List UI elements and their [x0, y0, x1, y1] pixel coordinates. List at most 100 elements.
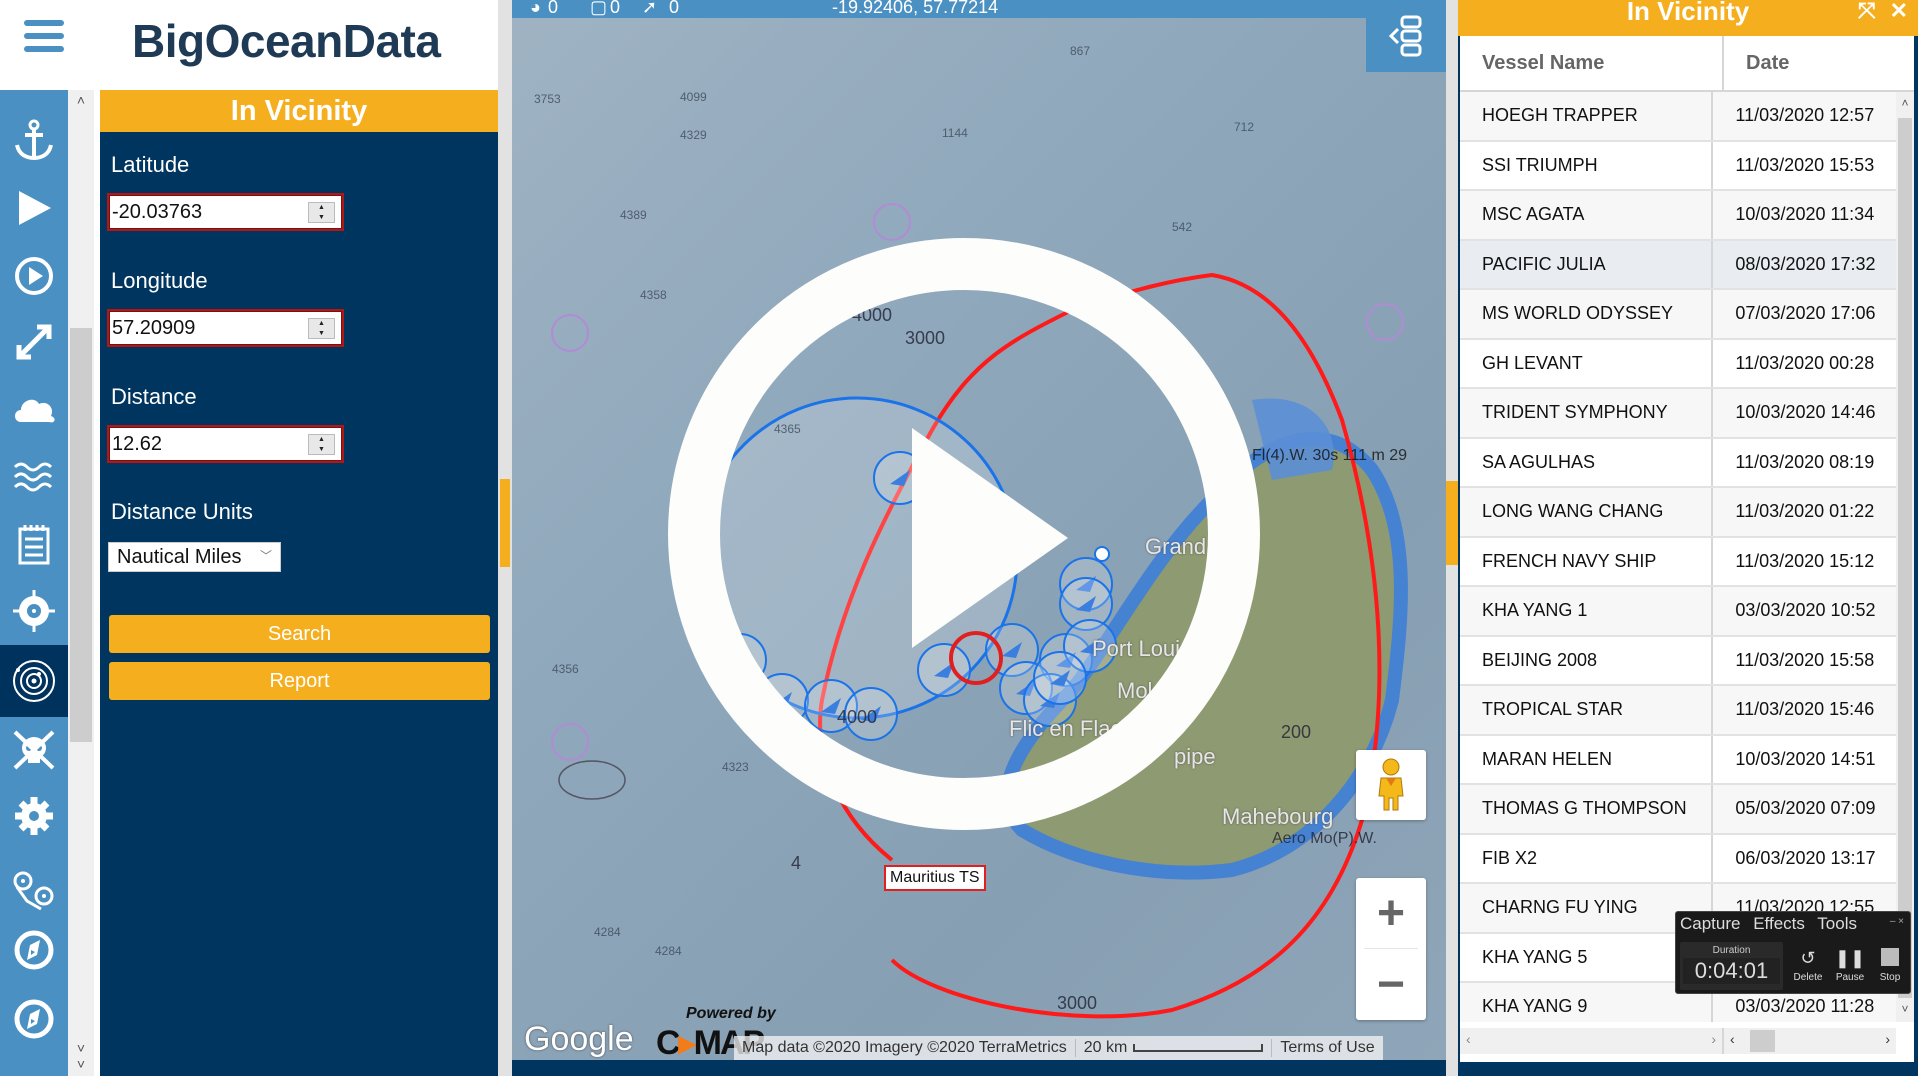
longitude-input[interactable] [109, 316, 299, 340]
stop-recording-button[interactable]: Stop [1870, 948, 1910, 983]
zoom-out-button[interactable]: − [1356, 949, 1426, 1019]
close-icon[interactable]: × [1898, 916, 1904, 927]
brand-logo[interactable]: BigOceanData [132, 14, 441, 68]
sidebar-item-weather[interactable] [0, 375, 68, 443]
table-row[interactable]: TROPICAL STAR 11/03/2020 15:46 [1460, 686, 1896, 736]
hamburger-icon[interactable] [24, 20, 64, 54]
waves-icon [13, 462, 53, 492]
scrollbar-thumb[interactable] [70, 328, 92, 742]
table-row[interactable]: MS WORLD ODYSSEY 07/03/2020 17:06 [1460, 290, 1896, 340]
sounding: 4358 [640, 288, 667, 302]
table-row[interactable]: PACIFIC JULIA 08/03/2020 17:32 [1460, 240, 1896, 290]
table-row[interactable]: MARAN HELEN 10/03/2020 14:51 [1460, 735, 1896, 785]
sidebar-item-play-circle[interactable] [0, 242, 68, 310]
sidebar-item-expand[interactable] [0, 308, 68, 376]
date-cell: 11/03/2020 12:57 [1735, 105, 1875, 126]
table-row[interactable]: KHA YANG 1 03/03/2020 10:52 [1460, 587, 1896, 637]
table-row[interactable]: BEIJING 2008 11/03/2020 15:58 [1460, 636, 1896, 686]
scroll-down-arrow[interactable]: ˅ [1896, 1002, 1914, 1016]
distance-spinner[interactable]: ▲ ▼ [308, 434, 335, 455]
scrollbar-thumb[interactable] [1898, 118, 1912, 998]
sidebar-item-target[interactable] [0, 577, 68, 645]
recorder-menu-capture[interactable]: Capture [1680, 914, 1740, 933]
table-row[interactable]: TRIDENT SYMPHONY 10/03/2020 14:46 [1460, 389, 1896, 439]
table-horizontal-scrollbar[interactable]: ‹ › ‹ › [1460, 1028, 1896, 1054]
table-row[interactable]: MSC AGATA 10/03/2020 11:34 [1460, 191, 1896, 241]
scrollbar-thumb[interactable] [1750, 1030, 1775, 1052]
light-characteristic-label: Fl(4).W. 30s 111 m 29 [1252, 447, 1408, 464]
map-zoom-control: + − [1356, 878, 1426, 1020]
report-button[interactable]: Report [109, 662, 490, 700]
sidebar-scrollbar[interactable]: ˄ ˅ ˅ [68, 90, 94, 1076]
sidebar-item-piracy[interactable] [0, 715, 68, 783]
scale-bar[interactable]: 20 km [1076, 1039, 1273, 1057]
table-row[interactable]: FRENCH NAVY SHIP 11/03/2020 15:12 [1460, 537, 1896, 587]
recorder-menu-tools[interactable]: Tools [1817, 914, 1857, 933]
scroll-right-arrow[interactable]: › [1711, 1031, 1716, 1047]
scroll-down-arrow-2[interactable]: ˅ [68, 1056, 94, 1072]
scroll-left-arrow[interactable]: ‹ [1466, 1031, 1471, 1047]
collapse-left-panel-tab[interactable] [500, 479, 510, 567]
sidebar-item-anchor[interactable] [0, 106, 68, 174]
sidebar-item-settings[interactable] [0, 782, 68, 850]
table-row[interactable]: SA AGULHAS 11/03/2020 08:19 [1460, 438, 1896, 488]
column-header-vessel-name[interactable]: Vessel Name [1460, 36, 1724, 90]
scroll-up-arrow[interactable]: ˄ [1896, 96, 1914, 110]
close-icon[interactable]: ✕ [1890, 0, 1908, 23]
play-icon[interactable] [912, 428, 1068, 648]
latitude-input[interactable] [109, 200, 299, 224]
table-row[interactable]: LONG WANG CHANG 11/03/2020 01:22 [1460, 488, 1896, 538]
pegman-icon [1378, 758, 1404, 811]
search-button[interactable]: Search [109, 615, 490, 653]
sidebar-item-vicinity[interactable] [0, 645, 68, 717]
scroll-right-arrow[interactable]: › [1885, 1031, 1890, 1047]
route-label[interactable]: Mauritius TS [884, 865, 986, 891]
pause-recording-button[interactable]: ❚❚ Pause [1830, 948, 1870, 983]
sidebar-item-play[interactable] [0, 174, 68, 242]
pause-label: Pause [1835, 972, 1865, 983]
table-vertical-scrollbar[interactable]: ˄ ˅ [1896, 92, 1914, 1022]
scroll-down-arrow[interactable]: ˅ [68, 1040, 94, 1056]
vessel-name-cell: MSC AGATA [1460, 191, 1714, 239]
depth-label: 3000 [1057, 993, 1098, 1013]
minimize-icon[interactable]: – [1890, 916, 1896, 927]
latitude-spinner[interactable]: ▲ ▼ [308, 202, 335, 223]
longitude-spinner[interactable]: ▲ ▼ [308, 318, 335, 339]
column-header-date[interactable]: Date [1724, 36, 1914, 90]
google-logo[interactable]: Google [524, 1020, 634, 1059]
sidebar-item-compass-1[interactable] [0, 916, 68, 984]
sounding: 4323 [722, 760, 749, 774]
play-circle-icon [15, 257, 53, 295]
depth-label: 4 [791, 853, 802, 873]
name-column-hscroll[interactable]: ‹ › [1460, 1028, 1724, 1054]
table-row[interactable]: GH LEVANT 11/03/2020 00:28 [1460, 339, 1896, 389]
terms-of-use-link[interactable]: Terms of Use [1272, 1039, 1382, 1057]
zoom-in-button[interactable]: + [1356, 878, 1426, 948]
distance-input[interactable] [109, 432, 299, 456]
sidebar-item-waves[interactable] [0, 442, 68, 510]
panel-splitter[interactable] [498, 0, 512, 1076]
street-view-pegman[interactable] [1356, 750, 1426, 820]
longitude-field[interactable]: ▲▼ [107, 309, 344, 347]
table-row[interactable]: HOEGH TRAPPER 11/03/2020 12:57 [1460, 92, 1896, 142]
right-panel-splitter[interactable] [1446, 0, 1458, 1076]
hazard-symbol [551, 723, 589, 761]
table-row[interactable]: SSI TRIUMPH 11/03/2020 15:53 [1460, 141, 1896, 191]
maximize-icon[interactable]: ⤧ [1858, 0, 1876, 23]
latitude-field[interactable]: ▲▼ [107, 193, 344, 231]
vessel-name-cell: THOMAS G THOMPSON [1460, 785, 1714, 833]
distance-field[interactable]: ▲▼ [107, 425, 344, 463]
table-row[interactable]: FIB X2 06/03/2020 13:17 [1460, 834, 1896, 884]
date-column-hscroll[interactable]: ‹ › [1724, 1028, 1896, 1054]
sidebar-item-notes[interactable] [0, 510, 68, 578]
sidebar-item-compass-2[interactable] [0, 985, 68, 1053]
table-row[interactable]: THOMAS G THOMPSON 05/03/2020 07:09 [1460, 785, 1896, 835]
distance-units-select[interactable]: Nautical Miles ﹀ [108, 542, 281, 572]
collapse-right-panel-tab[interactable] [1446, 481, 1458, 565]
recorder-menu-effects[interactable]: Effects [1753, 914, 1805, 933]
scroll-left-arrow[interactable]: ‹ [1730, 1031, 1735, 1047]
vessel-name-cell: KHA YANG 1 [1460, 587, 1714, 635]
layers-toggle-button[interactable] [1366, 0, 1446, 72]
scroll-up-arrow[interactable]: ˄ [68, 92, 94, 108]
delete-recording-button[interactable]: ↺ Delete [1788, 948, 1828, 983]
